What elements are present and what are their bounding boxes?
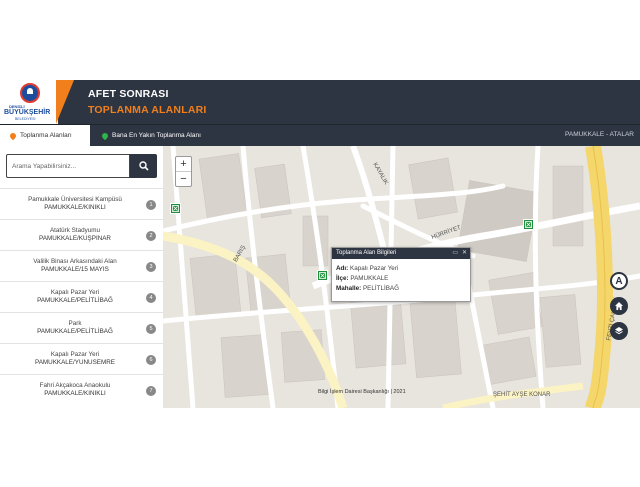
search-input[interactable] [6,154,130,178]
map-attribution: Bilgi İşlem Dairesi Başkanlığı | 2021 [318,389,406,395]
current-location: PAMUKKALE - ATALAR [565,131,634,138]
assembly-area-marker[interactable] [523,219,534,230]
maximize-icon[interactable]: ▭ [452,248,458,259]
logo-emblem-icon [20,83,40,103]
zoom-control: + − [175,156,192,187]
list-item[interactable]: Park PAMUKKALE/PELİTLİBAĞ 5 [0,312,163,343]
street-label: ŞEHİT AYŞE KONAR [493,392,551,398]
layers-button[interactable] [610,322,628,340]
popup-row-value: PAMUKKALE [350,275,389,282]
list-item-name: Fahri Akçakoca Anaokulu [39,382,111,389]
logo-text-line2: BÜYÜKŞEHİR [4,109,51,116]
tab-label: Toplanma Alanları [20,132,72,139]
list-item-name: Park [68,320,82,327]
page-title-line2: TOPLANMA ALANLARI [88,104,207,116]
popup-body: Adı: Kapalı Pazar Yeri İlçe: PAMUKKALE M… [332,259,470,293]
layers-icon [615,327,623,335]
list-item[interactable]: Kapalı Pazar Yeri PAMUKKALE/PELİTLİBAĞ 4 [0,281,163,312]
assembly-point-icon [319,272,326,279]
compass-icon: A [615,275,623,287]
home-button[interactable] [610,297,628,315]
list-item-name: Valilik Binası Arkasındaki Alan [33,258,117,265]
assembly-area-marker[interactable] [170,203,181,214]
popup-row-value: PELİTLİBAĞ [362,285,400,292]
app-window: DENİZLİ BÜYÜKŞEHİR BELEDİYESİ AFET SONRA… [0,80,640,408]
list-item-name: Pamukkale Üniversitesi Kampüsü [28,196,122,203]
list-item-name: Kapalı Pazar Yeri [50,351,100,358]
list-item[interactable]: Atatürk Stadyumu PAMUKKALE/KUŞPINAR 2 [0,219,163,250]
list-item-location: PAMUKKALE/PELİTLİBAĞ [37,328,113,335]
list-item-number-badge: 4 [146,293,156,303]
logo[interactable]: DENİZLİ BÜYÜKŞEHİR BELEDİYESİ [0,80,58,124]
list-item-number-badge: 3 [146,262,156,272]
popup-title: Toplanma Alan Bilgileri [336,250,397,256]
popup-row-label: İlçe: [336,275,349,282]
list-item-location: PAMUKKALE/KUŞPINAR [39,235,111,242]
search-icon [138,161,149,171]
header: DENİZLİ BÜYÜKŞEHİR BELEDİYESİ AFET SONRA… [0,80,640,124]
assembly-area-marker[interactable] [317,270,328,281]
zoom-in-button[interactable]: + [176,157,191,171]
list-item-number-badge: 2 [146,231,156,241]
zoom-out-button[interactable]: − [176,171,191,186]
popup-row-value: Kapalı Pazar Yeri [350,265,399,272]
assembly-point-icon [172,205,179,212]
popup-row-label: Adı: [336,265,349,272]
list-item-location: PAMUKKALE/YUNUSEMRE [34,359,115,366]
popup-row-neighborhood: Mahalle: PELİTLİBAĞ [332,284,470,293]
list-item[interactable]: Valilik Binası Arkasındaki Alan PAMUKKAL… [0,250,163,281]
list-item-location: PAMUKKALE/PELİTLİBAĞ [37,297,113,304]
search-bar [6,154,157,178]
map-pin-icon [100,131,110,140]
list-item-name: Atatürk Stadyumu [49,227,101,234]
list-item-location: PAMUKKALE/KINIKLI [44,390,106,397]
map-pin-icon [8,131,18,140]
home-icon [615,302,623,310]
tab-assembly-areas[interactable]: Toplanma Alanları [0,125,90,146]
popup-row-name: Adı: Kapalı Pazar Yeri [332,264,470,273]
list-item[interactable]: Kapalı Pazar Yeri PAMUKKALE/YUNUSEMRE 6 [0,343,163,374]
page-title-line1: AFET SONRASI [88,88,169,100]
tab-bar: Toplanma Alanları Bana En Yakın Toplanma… [0,124,640,146]
popup-row-district: İlçe: PAMUKKALE [332,274,470,283]
list-item[interactable]: Fahri Akçakoca Anaokulu PAMUKKALE/KINIKL… [0,374,163,405]
list-item-number-badge: 6 [146,355,156,365]
popup-header: Toplanma Alan Bilgileri ▭ ✕ [332,248,470,259]
list-item-number-badge: 5 [146,324,156,334]
list-item-number-badge: 7 [146,386,156,396]
info-popup: Toplanma Alan Bilgileri ▭ ✕ Adı: Kapalı … [331,247,471,302]
sidebar: Pamukkale Üniversitesi Kampüsü PAMUKKALE… [0,146,164,408]
compass-button[interactable]: A [610,272,628,290]
map-view[interactable]: BARIŞ KAYALIK HÜRRİYET FEVZİ ÇAKMAK ŞEHİ… [163,146,640,408]
search-button[interactable] [130,154,157,178]
popup-row-label: Mahalle: [336,285,362,292]
assembly-area-list: Pamukkale Üniversitesi Kampüsü PAMUKKALE… [0,188,163,405]
logo-text-line3: BELEDİYESİ [15,117,36,121]
logo-accent-stripe [56,80,74,124]
assembly-point-icon [525,221,532,228]
list-item-name: Kapalı Pazar Yeri [50,289,100,296]
list-item-location: PAMUKKALE/KINIKLI [44,204,106,211]
tab-label: Bana En Yakın Toplanma Alanı [112,132,201,139]
tab-nearest-area[interactable]: Bana En Yakın Toplanma Alanı [92,125,201,146]
list-item[interactable]: Pamukkale Üniversitesi Kampüsü PAMUKKALE… [0,188,163,219]
list-item-number-badge: 1 [146,200,156,210]
list-item-location: PAMUKKALE/15 MAYIS [41,266,109,273]
close-icon[interactable]: ✕ [462,248,467,259]
